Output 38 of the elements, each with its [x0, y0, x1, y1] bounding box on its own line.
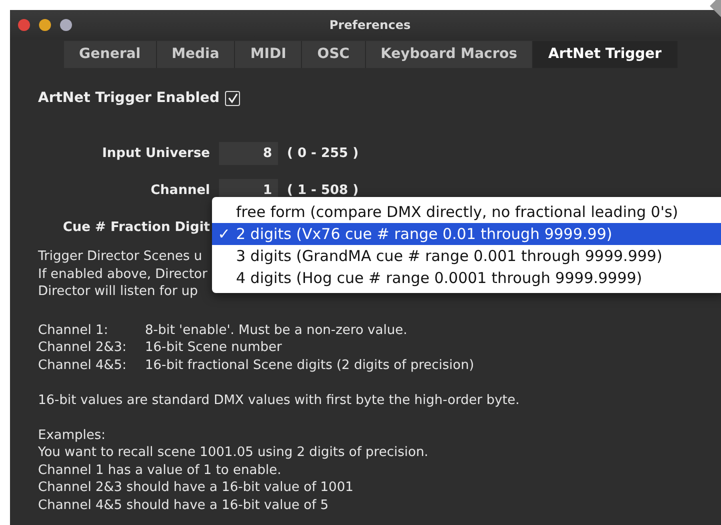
channel-name: Channel 4&5: [38, 356, 128, 374]
example-text: Channel 1 has a value of 1 to enable. [38, 462, 282, 479]
input-field[interactable]: 8 [219, 142, 278, 165]
close-button[interactable] [18, 19, 30, 31]
window-title: Preferences [329, 18, 411, 32]
channel-name: Channel 2&3: [38, 339, 128, 356]
menu-item[interactable]: 3 digits (GrandMA cue # range 0.001 through 9999.999) [212, 245, 721, 267]
tab[interactable]: OSC [302, 41, 366, 68]
tab[interactable]: General [64, 41, 157, 68]
tab[interactable]: Media [156, 41, 236, 68]
description-text: Director will listen for up [38, 283, 198, 300]
example-text: You want to recall scene 1001.05 using 2 digits of precision. [38, 444, 428, 462]
field-label: Cue # Fraction Digit [62, 220, 210, 235]
description-text: If enabled above, Director [38, 266, 208, 283]
channel-description: 8-bit 'enable'. Must be a non-zero value. [145, 322, 408, 339]
range-hint: ( 0 - 255 ) [287, 146, 359, 161]
zoom-button[interactable] [60, 19, 72, 31]
channel-description: 16-bit fractional Scene digits (2 digits of precision) [145, 356, 474, 374]
menu-item[interactable]: ✓ 2 digits (Vx76 cue # range 0.01 through 9999.99) [212, 223, 721, 245]
minimize-button[interactable] [39, 19, 51, 31]
tab[interactable]: MIDI [235, 41, 302, 68]
checkbox-label: ArtNet Trigger Enabled [38, 90, 220, 106]
range-hint: ( 1 - 508 ) [287, 183, 359, 198]
field-label: Input Universe [101, 146, 210, 161]
note-text: 16-bit values are standard DMX values with first byte the high-order byte. [38, 392, 520, 409]
example-text: Channel 4&5 should have a 16-bit value of 5 [38, 496, 329, 514]
menu-item[interactable]: 4 digits (Hog cue # range 0.0001 through 9999.9999) [212, 267, 721, 289]
checkbox[interactable] [224, 90, 240, 106]
menu-item[interactable]: free form (compare DMX directly, no fractional leading 0's) [212, 201, 721, 223]
check-icon [226, 92, 238, 104]
tab[interactable]: ArtNet Trigger [533, 41, 678, 68]
field-label: Channel [150, 183, 210, 198]
channel-name: Channel 1: [38, 322, 110, 339]
channel-description: 16-bit Scene number [145, 339, 282, 356]
description-text: Trigger Director Scenes u [38, 248, 202, 266]
tab[interactable]: Keyboard Macros [366, 41, 534, 68]
example-text: Channel 2&3 should have a 16-bit value of 1001 [38, 479, 354, 496]
example-text: Examples: [38, 426, 106, 444]
